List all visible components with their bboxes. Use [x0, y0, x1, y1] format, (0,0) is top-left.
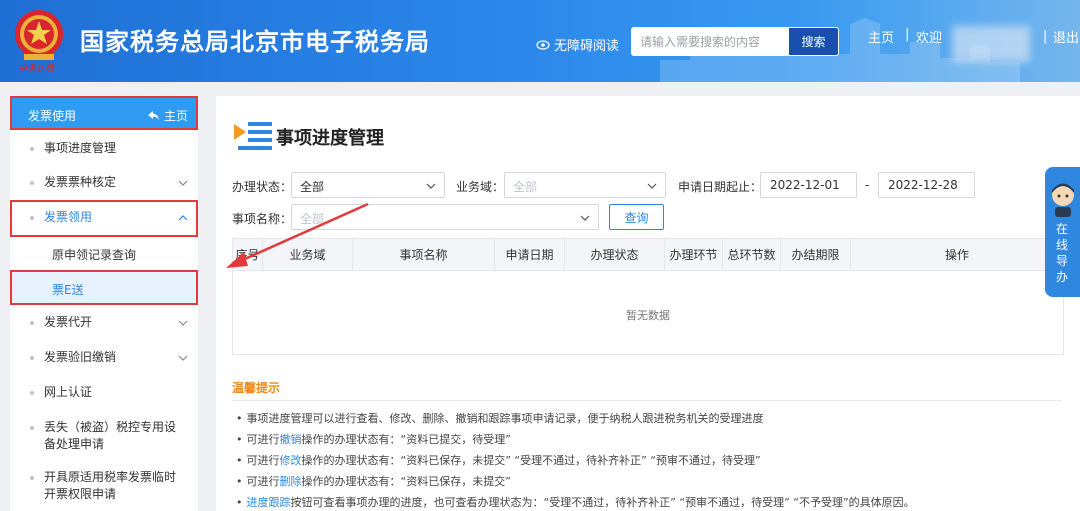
column-header: 总环节数 [723, 239, 781, 271]
tip-line: • 事项进度管理可以进行查看、修改、删除、撤销和跟踪事项申请记录，便于纳税人跟进税… [236, 412, 764, 425]
item-name-label: 事项名称： [232, 212, 293, 226]
date-separator: - [865, 178, 870, 192]
bullet-icon: • [236, 412, 243, 425]
table-header: 序号 业务域 事项名称 申请日期 办理状态 办理环节 总环节数 办结期限 操作 [233, 239, 1063, 271]
accessibility-link[interactable]: 无障碍阅读 [536, 35, 619, 54]
bullet-icon [30, 391, 34, 395]
chevron-down-icon [580, 215, 590, 221]
progress-track-link[interactable]: 进度跟踪 [247, 496, 291, 509]
chevron-down-icon [647, 183, 657, 189]
column-header: 业务域 [263, 239, 353, 271]
site-header: 中务认板 国家税务总局北京市电子税务局 无障碍阅读 搜索 主页 | 欢迎 | 退… [0, 0, 1080, 82]
accessibility-label: 无障碍阅读 [554, 39, 620, 54]
sidebar-header-label: 发票使用 [28, 109, 77, 123]
sidebar-item-proxy-issue[interactable]: 发票代开 [10, 305, 198, 340]
chevron-up-icon [178, 215, 188, 221]
date-start-input[interactable]: 2022-12-01 [760, 172, 857, 198]
sidebar-item-lost-device[interactable]: 丢失（被盗）税控专用设 备处理申请 [10, 410, 198, 456]
query-button[interactable]: 查询 [609, 204, 664, 230]
assistant-avatar-icon [1052, 183, 1074, 217]
sidebar-item-cancel[interactable]: 发票验旧缴销 [10, 340, 198, 375]
progress-list-icon [234, 122, 272, 150]
chevron-down-icon [426, 183, 436, 189]
sidebar-item-online-auth[interactable]: 网上认证 [10, 375, 198, 410]
bullet-icon: • [236, 454, 243, 467]
bullet-icon [30, 181, 34, 185]
online-guide-button[interactable]: 在线导办 [1045, 167, 1080, 297]
sidebar-header[interactable]: 发票使用 主页 [10, 96, 198, 130]
logout-link[interactable]: 退出 [1053, 27, 1079, 46]
sidebar-subitem-history[interactable]: 原申领记录查询 [10, 237, 198, 270]
date-range-label: 申请日期起止： [678, 180, 763, 194]
bullet-icon [30, 476, 34, 480]
modify-link[interactable]: 修改 [280, 454, 302, 467]
empty-state-text: 暂无数据 [626, 309, 670, 322]
chevron-down-icon [178, 320, 188, 326]
bullet-icon [30, 356, 34, 360]
sidebar-item-type-verify[interactable]: 发票票种核定 [10, 166, 198, 201]
column-header: 办结期限 [781, 239, 851, 271]
nav-separator: | [1043, 29, 1048, 44]
nav-welcome-text: 欢迎 [916, 31, 943, 46]
bullet-icon: • [236, 475, 243, 488]
tips-title: 温馨提示 [232, 381, 281, 395]
tip-line: • 可进行修改操作的办理状态有：“资料已保存，未提交” “受理不通过，待补齐补正”… [236, 454, 761, 467]
tax-emblem-icon [15, 10, 63, 60]
search-button[interactable]: 搜索 [789, 27, 839, 56]
nav-separator: | [905, 27, 910, 42]
column-header: 办理环节 [665, 239, 723, 271]
back-arrow-icon [147, 110, 159, 120]
bullet-icon [30, 216, 34, 220]
tip-line: • 可进行撤销操作的办理状态有：“资料已提交，待受理” [236, 433, 511, 446]
site-title: 国家税务总局北京市电子税务局 [80, 28, 430, 56]
sidebar-item-temp-permission[interactable]: 开具原适用税率发票临时 开票权限申请 [10, 460, 198, 506]
sidebar-subitem-piao-e-song[interactable]: 票E送 [10, 270, 198, 305]
sidebar: 发票使用 主页 事项进度管理 发票票种核定 发票领用 原申领记录查询 票E送 发… [10, 96, 198, 511]
revoke-link[interactable]: 撤销 [280, 433, 302, 446]
status-label: 办理状态： [232, 180, 293, 194]
sidebar-home-link[interactable]: 主页 [147, 107, 188, 124]
bullet-icon [30, 147, 34, 151]
sidebar-item-invoice-claim[interactable]: 发票领用 [10, 200, 198, 237]
bullet-icon: • [236, 433, 243, 446]
bullet-icon [30, 321, 34, 325]
online-guide-label: 在线导办 [1056, 222, 1069, 284]
column-header: 申请日期 [495, 239, 565, 271]
domain-label: 业务域： [456, 180, 505, 194]
eye-icon [536, 39, 550, 50]
chevron-down-icon [178, 180, 188, 186]
divider [232, 400, 1062, 401]
domain-select[interactable]: 全部 [504, 172, 666, 198]
date-end-input[interactable]: 2022-12-28 [878, 172, 975, 198]
column-header: 事项名称 [353, 239, 495, 271]
main-panel: 事项进度管理 办理状态： 全部 业务域： 全部 申请日期起止： 2022-12-… [216, 96, 1080, 511]
column-header: 操作 [944, 248, 969, 262]
progress-table: 序号 业务域 事项名称 申请日期 办理状态 办理环节 总环节数 办结期限 操作 … [232, 238, 1064, 355]
status-select[interactable]: 全部 [291, 172, 445, 198]
tip-line: • 可进行删除操作的办理状态有：“资料已保存，未提交” [236, 475, 511, 488]
column-header: 办理状态 [565, 239, 665, 271]
tip-line: • 进度跟踪按钮可查看事项办理的进度，也可查看办理状态为：“受理不通过，待补齐补正… [236, 496, 915, 509]
page-title: 事项进度管理 [276, 128, 384, 149]
item-name-select[interactable]: 全部 [291, 204, 599, 230]
nav-home-link[interactable]: 主页 [868, 27, 894, 46]
column-header: 序号 [233, 239, 263, 271]
delete-link[interactable]: 删除 [280, 475, 302, 488]
sidebar-item-progress[interactable]: 事项进度管理 [10, 132, 198, 166]
blurred-username [952, 26, 1030, 62]
chevron-down-icon [178, 355, 188, 361]
search-input[interactable] [631, 27, 789, 56]
emblem-caption: 中务认板 [18, 64, 55, 74]
bullet-icon: • [236, 496, 243, 509]
bullet-icon [30, 426, 34, 430]
